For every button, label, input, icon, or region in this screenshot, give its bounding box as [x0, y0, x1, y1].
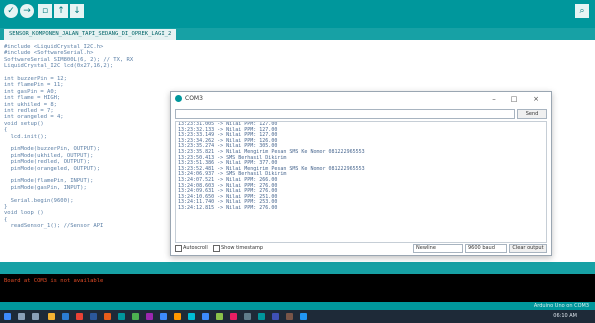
check-icon: ✓ — [7, 6, 15, 16]
app-icon[interactable] — [188, 313, 195, 320]
code-line: pinMode(buzzerPin, OUTPUT); — [4, 146, 101, 153]
code-line: int orangeled = 4; — [4, 114, 64, 121]
code-line: { — [4, 216, 8, 223]
code-line: pinMode(gasPin, INPUT); — [4, 184, 87, 191]
open-button[interactable]: ↑ — [54, 4, 68, 18]
os-taskbar: 06:10 AM — [0, 310, 595, 323]
code-line: { — [4, 127, 8, 134]
code-line: #include <LiquidCrystal_I2C.h> — [4, 44, 104, 50]
chrome-icon[interactable] — [76, 313, 83, 320]
serial-title-bar: COM3 – □ × — [171, 92, 551, 106]
taskview-icon[interactable] — [32, 313, 39, 320]
app-icon[interactable] — [230, 313, 237, 320]
code-line: int flame = HIGH; — [4, 95, 61, 102]
arduino-icon[interactable] — [118, 313, 125, 320]
serial-line: 13:24:12.815 -> Nilai PPM: 276.00 — [178, 204, 278, 211]
code-line: Serial.begin(9600); — [4, 197, 74, 204]
timestamp-checkbox[interactable] — [213, 245, 220, 252]
app-icon[interactable] — [132, 313, 139, 320]
board-status-bar: Arduino Uno on COM3 — [0, 302, 595, 310]
app-icon[interactable] — [174, 313, 181, 320]
clock[interactable]: 06:10 AM — [553, 313, 577, 319]
code-line: } — [4, 204, 8, 210]
autoscroll-checkbox[interactable] — [175, 245, 182, 252]
app-icon[interactable] — [160, 313, 167, 320]
line-ending-select[interactable]: Newline — [413, 244, 463, 253]
save-button[interactable]: ↓ — [70, 4, 84, 18]
arduino-logo-icon — [175, 95, 182, 102]
app-icon[interactable] — [216, 313, 223, 320]
save-icon: ↓ — [73, 6, 81, 16]
app-icon[interactable] — [300, 313, 307, 320]
code-line: int ukhiled = 8; — [4, 101, 57, 108]
arrow-right-icon: → — [23, 6, 31, 16]
start-icon[interactable] — [4, 313, 11, 320]
search-icon[interactable] — [18, 313, 25, 320]
code-line: pinMode(ukhiled, OUTPUT); — [4, 152, 94, 159]
new-button[interactable]: ▫ — [38, 4, 52, 18]
folder-icon[interactable] — [48, 313, 55, 320]
upload-button[interactable]: → — [20, 4, 34, 18]
status-bar — [0, 262, 595, 274]
code-line: pinMode(redled, OUTPUT); — [4, 159, 91, 166]
serial-monitor-button[interactable]: ⌕ — [575, 4, 589, 18]
serial-title: COM3 — [185, 95, 203, 102]
baud-select[interactable]: 9600 baud — [465, 244, 507, 253]
serial-footer: Autoscroll Show timestamp Newline 9600 b… — [175, 244, 547, 253]
clear-output-button[interactable]: Clear output — [509, 244, 547, 253]
code-line: lcd.init(); — [4, 133, 48, 140]
app-icon[interactable] — [272, 313, 279, 320]
code-line: void loop () — [4, 210, 44, 217]
maximize-button[interactable]: □ — [507, 94, 521, 104]
app-icon[interactable] — [202, 313, 209, 320]
code-line: readSensor_1(); //Sensor API — [4, 223, 104, 230]
tab-bar: SENSOR_KOMPONEN_JALAN_TAPI_SEDANG_DI_OPR… — [0, 28, 595, 40]
ide-toolbar: ✓ → ▫ ↑ ↓ ⌕ — [0, 0, 595, 28]
close-icon: × — [533, 95, 539, 103]
code-line: int redled = 7; — [4, 108, 54, 114]
magnifier-icon: ⌕ — [579, 6, 585, 16]
serial-output[interactable]: 13:23:31.005 -> Nilai PPM: 127.00 13:23:3… — [175, 121, 547, 243]
code-line: pinMode(orangeled, OUTPUT); — [4, 165, 101, 172]
code-line: int buzzerPin = 12; — [4, 76, 67, 82]
code-line: int gasPin = A0; — [4, 88, 57, 95]
new-file-icon: ▫ — [41, 6, 49, 16]
app-icon[interactable] — [258, 313, 265, 320]
board-info: Arduino Uno on COM3 — [533, 303, 589, 309]
serial-monitor-window: COM3 – □ × Send 13:23:31.005 -> Nilai PP… — [170, 91, 552, 256]
minimize-icon: – — [492, 95, 496, 103]
edge-icon[interactable] — [62, 313, 69, 320]
app-icon[interactable] — [244, 313, 251, 320]
timestamp-label: Show timestamp — [221, 245, 264, 251]
code-line: void setup() — [4, 120, 44, 127]
code-line: pinMode(flamePin, INPUT); — [4, 178, 94, 185]
sketch-tab[interactable]: SENSOR_KOMPONEN_JALAN_TAPI_SEDANG_DI_OPR… — [4, 29, 177, 40]
serial-send-input[interactable] — [175, 109, 515, 119]
code-line: #include <SoftwareSerial.h> — [4, 50, 94, 57]
console-message: Board at COM3 is not available — [4, 278, 104, 284]
word-icon[interactable] — [90, 313, 97, 320]
open-icon: ↑ — [57, 6, 65, 16]
send-button[interactable]: Send — [517, 109, 547, 119]
app-icon[interactable] — [146, 313, 153, 320]
code-line: SoftwareSerial SIM800L(6, 2); // TX, RX — [4, 56, 134, 63]
close-button[interactable]: × — [529, 94, 543, 104]
app-icon[interactable] — [286, 313, 293, 320]
maximize-icon: □ — [510, 95, 518, 103]
minimize-button[interactable]: – — [487, 94, 501, 104]
code-line: LiquidCrystal_I2C lcd(0x27,16,2); — [4, 63, 114, 70]
code-line: int flamePin = 11; — [4, 82, 64, 89]
app-icon[interactable] — [104, 313, 111, 320]
autoscroll-label: Autoscroll — [183, 245, 208, 251]
verify-button[interactable]: ✓ — [4, 4, 18, 18]
